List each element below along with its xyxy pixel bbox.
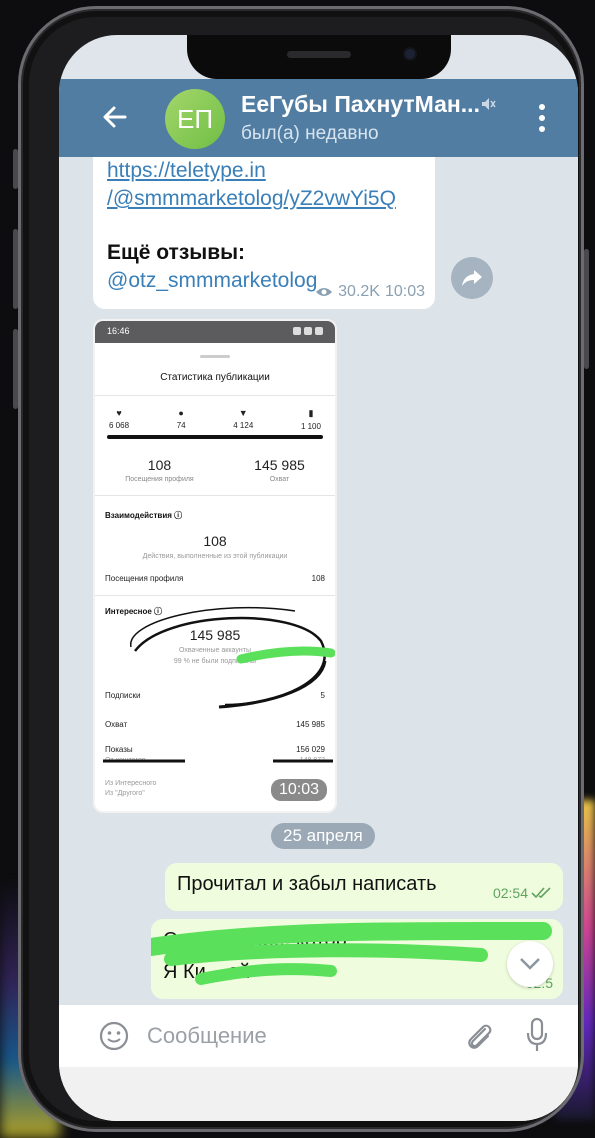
share-button[interactable] <box>451 257 493 299</box>
microphone-icon[interactable] <box>525 1017 549 1053</box>
message-meta: 30.2K 10:03 <box>315 283 425 301</box>
more-vertical-icon[interactable] <box>537 101 547 135</box>
chat-title[interactable]: ЕеГубы ПахнутМан... <box>241 91 480 118</box>
mute-switch <box>13 149 18 189</box>
message-input[interactable]: Сообщение <box>147 1023 267 1049</box>
double-check-icon <box>531 887 551 899</box>
message-link[interactable]: https://teletype.in <box>107 157 421 185</box>
volume-up-button <box>13 229 18 309</box>
home-indicator-area <box>59 1067 578 1121</box>
green-scribble-redaction <box>151 921 552 985</box>
message-link-path[interactable]: /@smmmarketolog/yZ2vwYi5Q <box>107 185 421 213</box>
muted-speaker-icon <box>482 98 496 110</box>
volume-down-button <box>13 329 18 409</box>
emoji-icon[interactable] <box>99 1021 129 1051</box>
message-meta: 02:54 <box>493 885 553 901</box>
message-time: 10:03 <box>384 283 425 300</box>
message-text: Ещё отзывы: <box>107 241 246 264</box>
eye-icon <box>316 288 333 296</box>
back-arrow-icon[interactable] <box>99 101 131 133</box>
phone-frame: ЕП ЕеГубы ПахнутМан... был(а) недавно ht… <box>13 6 589 1132</box>
chat-status: был(а) недавно <box>241 123 379 144</box>
message-text: Прочитал и забыл написать <box>177 873 437 895</box>
outgoing-message[interactable]: Прочитал и забыл написать 02:54 <box>165 863 563 911</box>
chat-header: ЕП ЕеГубы ПахнутМан... был(а) недавно <box>59 79 578 157</box>
message-time: 02:54 <box>492 885 528 901</box>
message-input-bar: Сообщение <box>59 1005 578 1067</box>
notch <box>187 35 451 79</box>
incoming-message[interactable]: https://teletype.in /@smmmarketolog/yZ2v… <box>93 157 435 309</box>
outgoing-message-redacted[interactable]: Сто пока ли... котор Я Ки... ей 02:5 <box>151 919 563 999</box>
speaker-grille <box>287 51 351 58</box>
pen-annotations <box>103 606 335 763</box>
power-button <box>584 249 589 369</box>
chevron-down-icon <box>520 958 540 970</box>
share-arrow-icon <box>462 270 482 286</box>
scroll-down-button[interactable] <box>507 941 553 987</box>
view-count: 30.2K <box>338 283 380 300</box>
phone-screen: ЕП ЕеГубы ПахнутМан... был(а) недавно ht… <box>59 35 578 1121</box>
photo-message[interactable]: 16:46 Статистика публикации ♥ 6 068 ● 74 ▼… <box>93 319 337 813</box>
paperclip-icon[interactable] <box>463 1019 493 1053</box>
date-divider: 25 апреля <box>271 823 375 849</box>
avatar[interactable]: ЕП <box>165 89 225 149</box>
chat-area[interactable]: https://teletype.in /@smmmarketolog/yZ2v… <box>59 157 578 1005</box>
photo-time: 10:03 <box>270 779 327 801</box>
front-camera <box>403 47 417 61</box>
